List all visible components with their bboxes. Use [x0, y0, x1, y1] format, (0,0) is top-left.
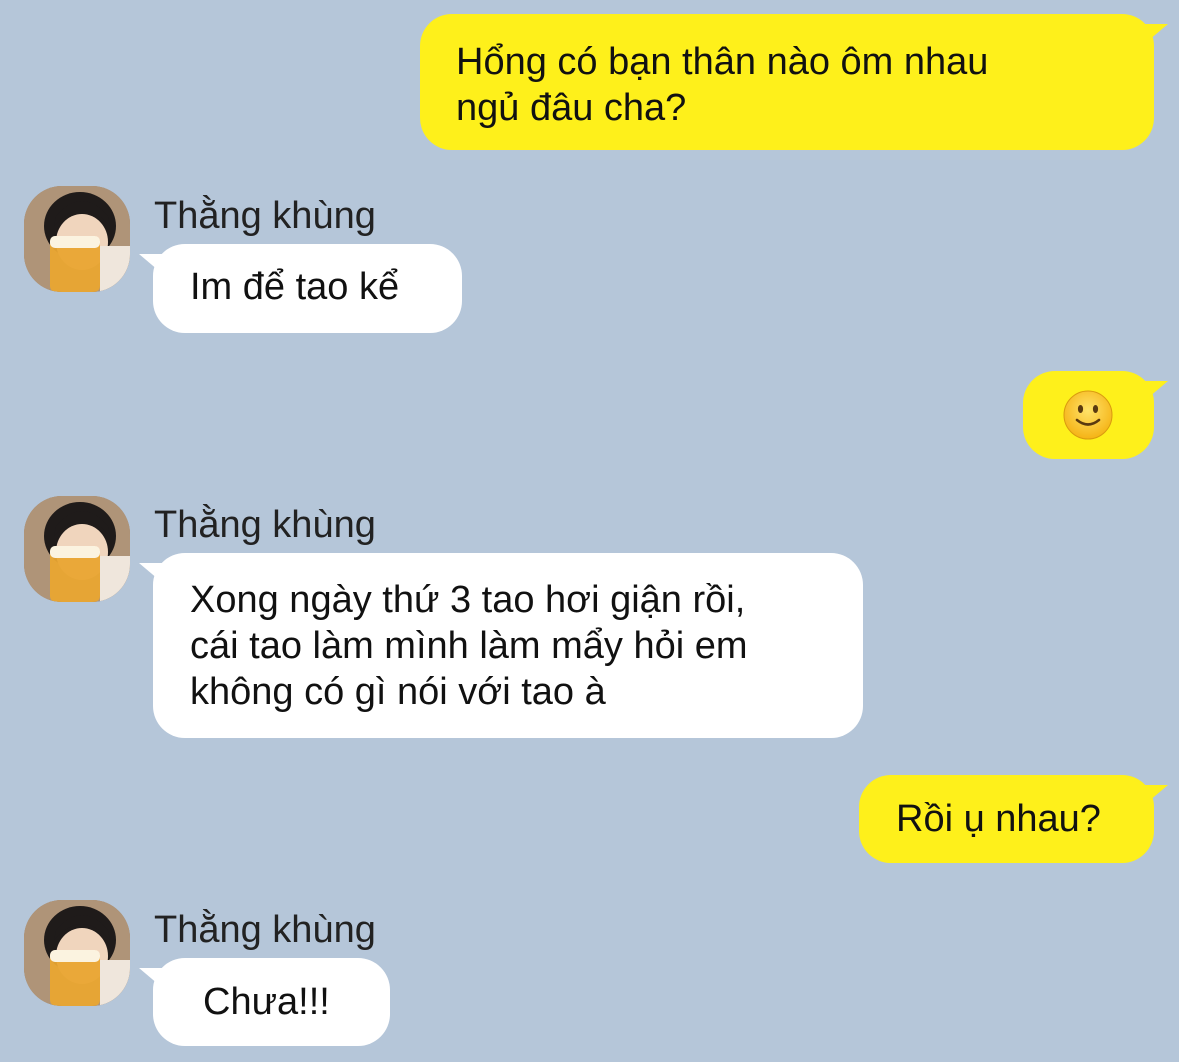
message-text: Im để tao kể	[190, 266, 400, 308]
outgoing-message-bubble[interactable]	[1023, 371, 1168, 459]
avatar-photo-icon	[24, 496, 130, 602]
message-line: cái tao làm mình làm mẩy hỏi em	[190, 625, 748, 667]
avatar-photo-icon	[24, 186, 130, 292]
slightly-smiling-face-icon	[1063, 390, 1113, 440]
sender-name: Thằng khùng	[154, 195, 376, 237]
message-text: Chưa!!!	[203, 981, 330, 1023]
message-line: Xong ngày thứ 3 tao hơi giận rồi,	[190, 579, 746, 621]
outgoing-message-bubble[interactable]: Rồi ụ nhau?	[859, 775, 1168, 863]
outgoing-message-bubble[interactable]: Hổng có bạn thân nào ôm nhau ngủ đâu cha…	[420, 14, 1168, 150]
sender-name: Thằng khùng	[154, 909, 376, 951]
sender-name: Thằng khùng	[154, 504, 376, 546]
contact-avatar[interactable]	[24, 186, 130, 292]
message-line: không có gì nói với tao à	[190, 671, 606, 713]
message-line: Hổng có bạn thân nào ôm nhau	[456, 41, 989, 83]
incoming-message-bubble[interactable]: Xong ngày thứ 3 tao hơi giận rồi, cái ta…	[139, 553, 863, 738]
incoming-message-bubble[interactable]: Chưa!!!	[139, 958, 390, 1046]
avatar-photo-icon	[24, 900, 130, 1006]
incoming-message-bubble[interactable]: Im để tao kể	[139, 244, 462, 333]
message-line: ngủ đâu cha?	[456, 87, 687, 129]
contact-avatar[interactable]	[24, 496, 130, 602]
contact-avatar[interactable]	[24, 900, 130, 1006]
chat-thread: Hổng có bạn thân nào ôm nhau ngủ đâu cha…	[0, 0, 1179, 1062]
message-text: Rồi ụ nhau?	[896, 798, 1101, 840]
